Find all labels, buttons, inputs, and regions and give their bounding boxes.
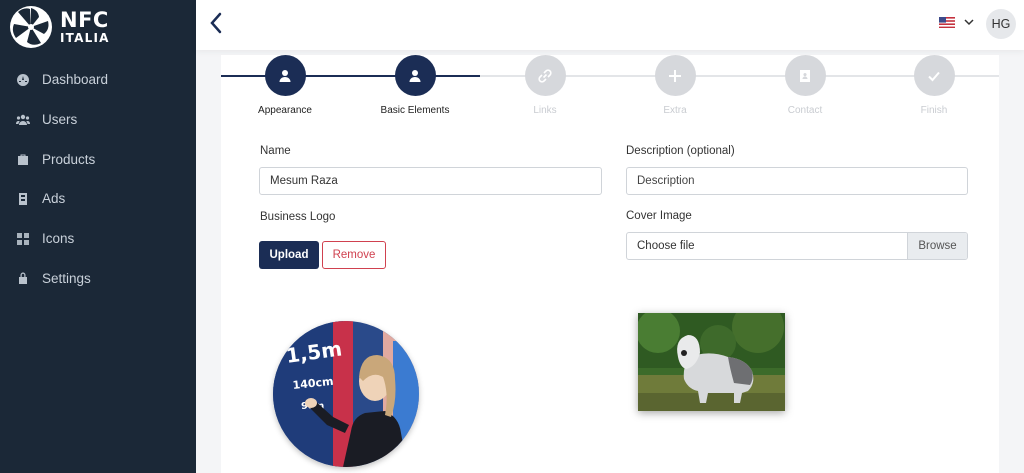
- brand-name: NFC ITALIA: [60, 8, 110, 45]
- ads-icon: [16, 192, 30, 206]
- user-icon: [279, 69, 291, 82]
- dashboard-icon: [16, 73, 30, 87]
- sidebar-item-label: Dashboard: [42, 72, 109, 88]
- step-contact[interactable]: Contact: [745, 55, 865, 116]
- sidebar-item-label: Users: [42, 112, 78, 128]
- step-label: Finish: [920, 105, 948, 116]
- sidebar-item-ads[interactable]: Ads: [0, 179, 196, 219]
- sidebar-item-users[interactable]: Users: [0, 100, 196, 140]
- step-label: Links: [533, 105, 557, 116]
- name-label: Name: [260, 145, 291, 157]
- step-label: Appearance: [258, 105, 312, 116]
- brand-line-1: NFC: [60, 8, 109, 32]
- chevron-down-icon[interactable]: [963, 16, 975, 28]
- us-flag-icon[interactable]: [939, 17, 955, 28]
- sidebar-item-dashboard[interactable]: Dashboard: [0, 60, 196, 100]
- users-icon: [16, 113, 30, 127]
- description-input[interactable]: [626, 167, 968, 195]
- step-circle[interactable]: [524, 55, 566, 96]
- cover-image-label: Cover Image: [626, 210, 692, 222]
- step-label: Extra: [663, 105, 687, 116]
- step-appearance[interactable]: Appearance: [225, 55, 345, 116]
- link-icon: [538, 68, 552, 83]
- business-logo-label: Business Logo: [260, 211, 336, 223]
- cover-preview-image: [638, 313, 785, 411]
- top-bar: HG: [196, 0, 1024, 50]
- products-icon: [16, 152, 30, 166]
- nfc-logo-icon: [10, 6, 52, 48]
- sidebar-item-settings[interactable]: Settings: [0, 258, 196, 298]
- step-basic-elements[interactable]: Basic Elements: [355, 55, 475, 116]
- step-label: Contact: [787, 105, 823, 116]
- step-finish[interactable]: Finish: [874, 55, 994, 116]
- business-logo-preview: 1,5m 140cm 9cm: [273, 321, 419, 467]
- sidebar-item-label: Icons: [42, 231, 75, 247]
- contact-card-icon: [800, 69, 810, 82]
- lock-icon: [16, 271, 30, 285]
- step-links[interactable]: Links: [485, 55, 605, 116]
- icons-icon: [16, 232, 30, 246]
- plus-icon: [669, 69, 681, 82]
- cover-image-file-input[interactable]: Choose file Browse: [626, 232, 968, 260]
- step-circle[interactable]: [784, 55, 826, 96]
- back-chevron-icon[interactable]: [208, 10, 224, 36]
- cover-image-preview: [638, 313, 785, 411]
- upload-button[interactable]: Upload: [259, 241, 319, 269]
- file-name-text: Choose file: [637, 240, 695, 252]
- user-icon: [409, 69, 421, 82]
- sidebar-item-label: Ads: [42, 191, 66, 207]
- sidebar: NFC ITALIA Dashboard Users Products Ads …: [0, 0, 196, 473]
- step-extra[interactable]: Extra: [615, 55, 735, 116]
- remove-button[interactable]: Remove: [322, 241, 386, 269]
- sidebar-item-label: Products: [42, 151, 96, 167]
- name-input[interactable]: [259, 167, 602, 195]
- step-label: Basic Elements: [380, 105, 450, 116]
- brand-line-2: ITALIA: [60, 31, 110, 45]
- logo-preview-image: 1,5m 140cm 9cm: [273, 321, 419, 467]
- check-icon: [928, 71, 940, 81]
- brand-logo[interactable]: NFC ITALIA: [8, 4, 110, 50]
- browse-button[interactable]: Browse: [907, 233, 967, 259]
- step-circle[interactable]: [913, 55, 955, 96]
- sidebar-item-label: Settings: [42, 270, 91, 286]
- step-circle[interactable]: [264, 55, 306, 96]
- step-circle[interactable]: [654, 55, 696, 96]
- sidebar-item-products[interactable]: Products: [0, 139, 196, 179]
- description-label: Description (optional): [626, 145, 735, 157]
- avatar[interactable]: HG: [986, 9, 1016, 39]
- sidebar-nav: Dashboard Users Products Ads Icons Setti…: [0, 60, 196, 298]
- form-card: Appearance Basic Elements Links Extra Co…: [221, 55, 999, 473]
- step-circle[interactable]: [394, 55, 436, 96]
- sidebar-item-icons[interactable]: Icons: [0, 219, 196, 259]
